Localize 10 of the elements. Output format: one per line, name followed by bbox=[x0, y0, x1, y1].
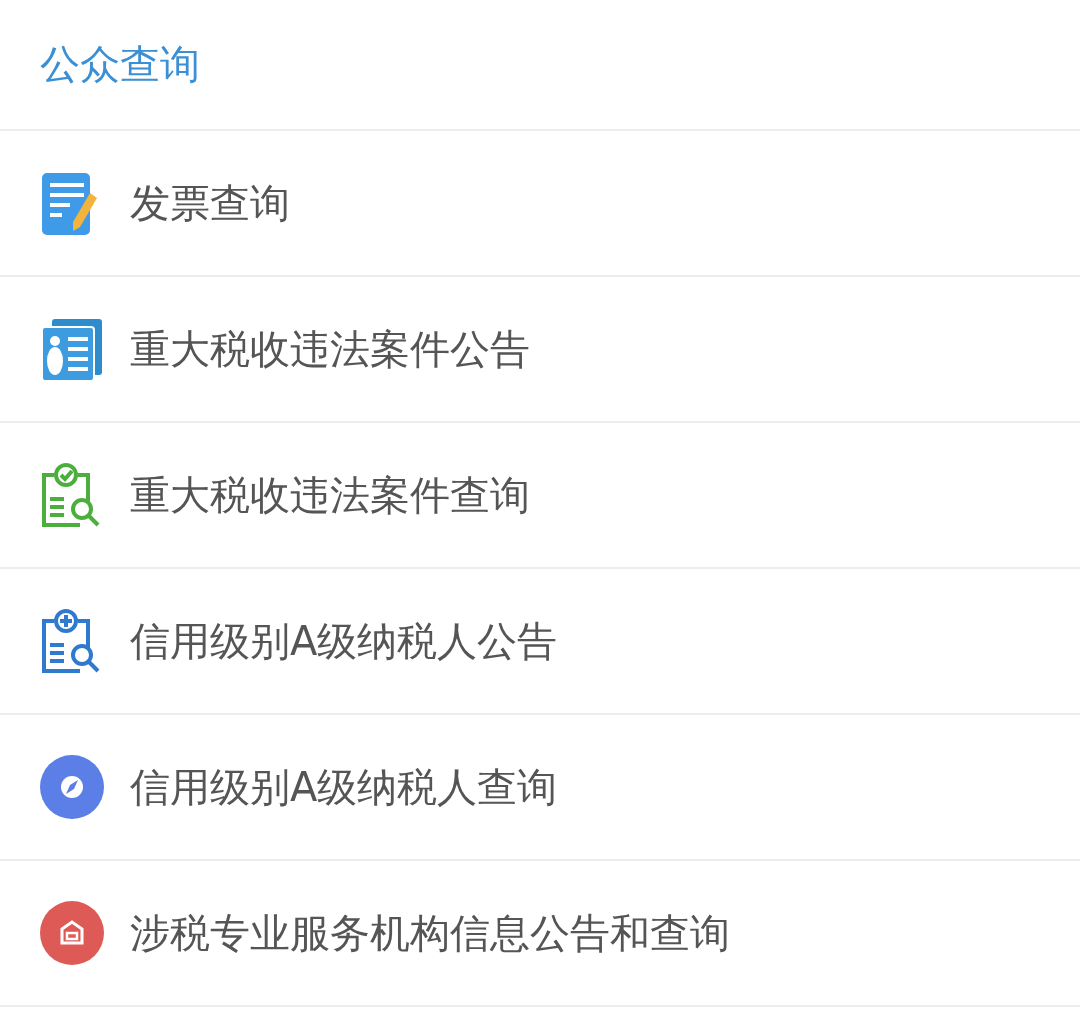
menu-item[interactable]: 信用级别A级纳税人公告 bbox=[0, 569, 1080, 715]
storefront-icon bbox=[40, 901, 104, 965]
profile-card-icon bbox=[40, 317, 104, 381]
menu-item[interactable]: 重大税收违法案件公告 bbox=[0, 277, 1080, 423]
section-title: 公众查询 bbox=[40, 40, 200, 89]
menu-item[interactable]: 信用级别A级纳税人查询 bbox=[0, 715, 1080, 861]
menu-item[interactable]: 重大税收违法案件查询 bbox=[0, 423, 1080, 569]
menu-item[interactable]: 发票查询 bbox=[0, 131, 1080, 277]
compass-icon bbox=[40, 755, 104, 819]
menu-item[interactable]: 涉税专业服务机构信息公告和查询 bbox=[0, 861, 1080, 1007]
